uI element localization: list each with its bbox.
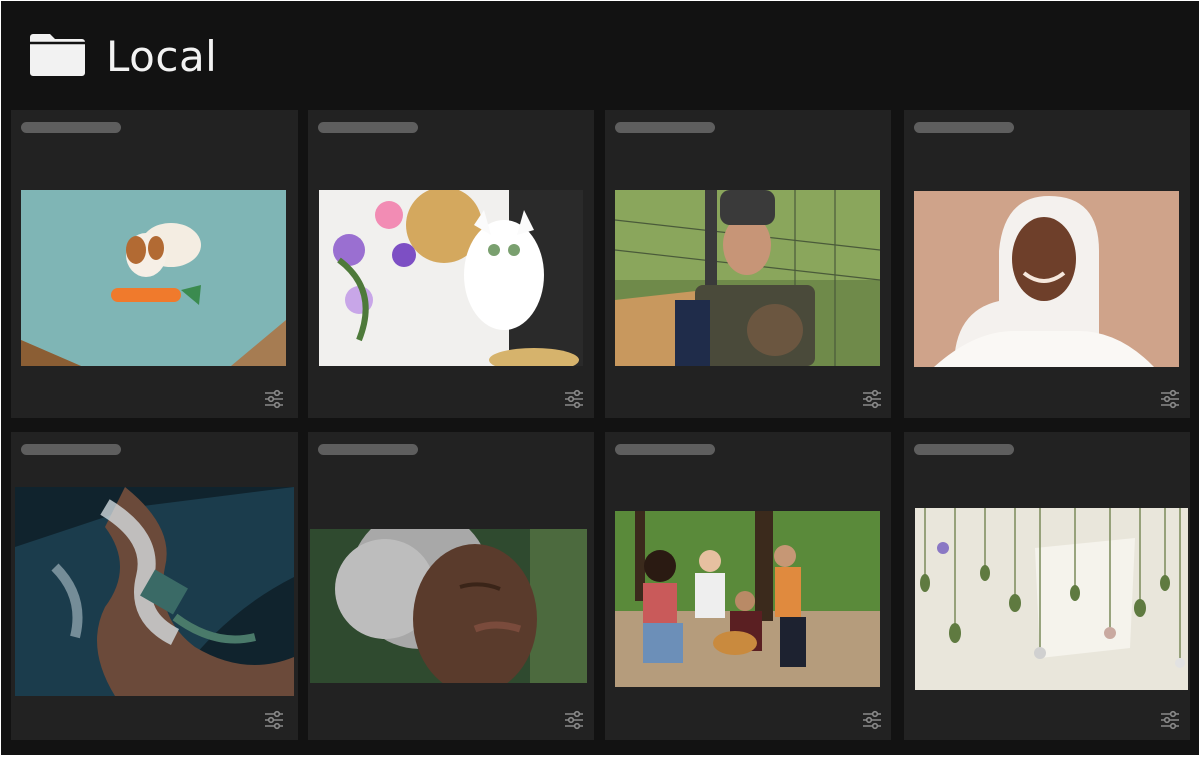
card-title-placeholder bbox=[615, 122, 715, 133]
photo-card[interactable] bbox=[904, 432, 1190, 740]
card-title-placeholder bbox=[21, 444, 121, 455]
photo-thumbnail[interactable] bbox=[615, 511, 880, 687]
sliders-icon[interactable] bbox=[263, 388, 285, 410]
photo-grid bbox=[1, 1, 1199, 755]
photo-thumbnail[interactable] bbox=[915, 508, 1188, 690]
card-title-placeholder bbox=[914, 444, 1014, 455]
photo-thumbnail[interactable] bbox=[310, 529, 587, 683]
sliders-icon[interactable] bbox=[563, 388, 585, 410]
photo-card[interactable] bbox=[11, 432, 298, 740]
photo-card[interactable] bbox=[605, 110, 891, 418]
photo-card[interactable] bbox=[308, 432, 594, 740]
card-title-placeholder bbox=[318, 444, 418, 455]
photo-card[interactable] bbox=[11, 110, 298, 418]
card-title-placeholder bbox=[21, 122, 121, 133]
sliders-icon[interactable] bbox=[563, 709, 585, 731]
photo-thumbnail[interactable] bbox=[914, 191, 1179, 367]
photo-card[interactable] bbox=[308, 110, 594, 418]
photo-thumbnail[interactable] bbox=[15, 487, 294, 696]
card-title-placeholder bbox=[318, 122, 418, 133]
photo-card[interactable] bbox=[904, 110, 1190, 418]
card-title-placeholder bbox=[914, 122, 1014, 133]
photo-thumbnail[interactable] bbox=[319, 190, 583, 366]
photo-thumbnail[interactable] bbox=[21, 190, 286, 366]
sliders-icon[interactable] bbox=[263, 709, 285, 731]
sliders-icon[interactable] bbox=[861, 709, 883, 731]
photo-thumbnail[interactable] bbox=[615, 190, 880, 366]
sliders-icon[interactable] bbox=[1159, 388, 1181, 410]
sliders-icon[interactable] bbox=[861, 388, 883, 410]
card-title-placeholder bbox=[615, 444, 715, 455]
app-window: Local bbox=[1, 1, 1199, 755]
sliders-icon[interactable] bbox=[1159, 709, 1181, 731]
photo-card[interactable] bbox=[605, 432, 891, 740]
